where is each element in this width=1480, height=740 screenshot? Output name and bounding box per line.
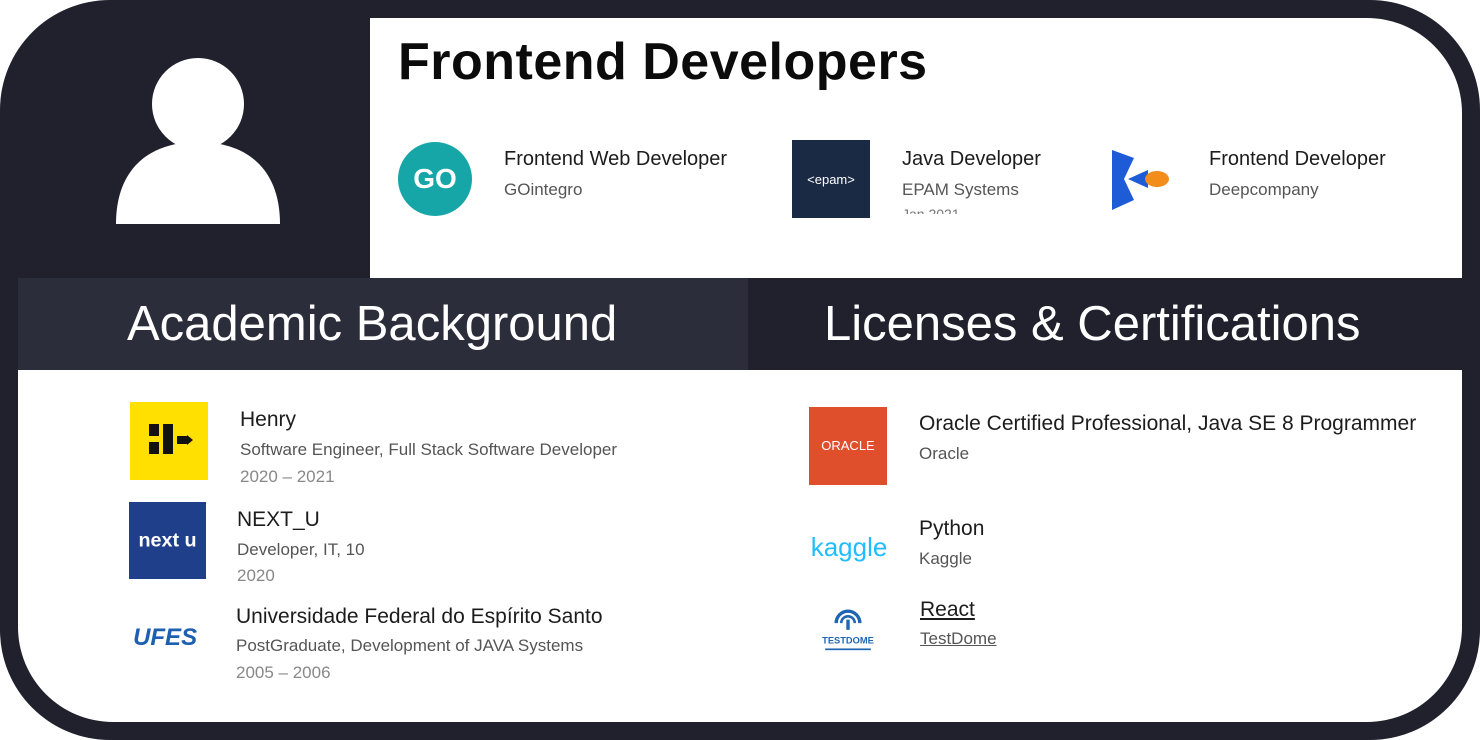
licenses-section-title: Licenses & Certifications: [824, 297, 1361, 351]
license-name: Python: [919, 517, 985, 540]
license-item[interactable]: kaggle Python Kaggle: [808, 510, 1108, 590]
oracle-logo-icon: ORACLE: [809, 407, 887, 485]
education-item[interactable]: UFES Universidade Federal do Espírito Sa…: [130, 600, 630, 686]
education-years: 2005 – 2006: [236, 663, 331, 682]
license-issuer: Oracle: [919, 444, 970, 463]
license-item[interactable]: TESTDOME React TestDome: [810, 596, 1110, 666]
ufes-logo-icon: UFES: [130, 600, 202, 672]
license-issuer: Kaggle: [919, 549, 972, 568]
logo-text: TESTDOME: [822, 635, 874, 645]
henry-logo-icon: [130, 402, 208, 480]
academic-section-title: Academic Background: [127, 297, 618, 351]
job-item[interactable]: Frontend Developer Deepcompany: [1100, 140, 1440, 220]
education-item[interactable]: next u NEXT_U Developer, IT, 10 2020: [129, 502, 429, 588]
epam-logo-icon: <epam>: [792, 140, 870, 218]
job-title: Java Developer: [902, 148, 1041, 170]
page-title: Frontend Developers: [398, 33, 928, 91]
education-degree: Software Engineer, Full Stack Software D…: [240, 440, 618, 459]
job-item[interactable]: <epam> Java Developer EPAM Systems Jan 2…: [792, 140, 1072, 220]
job-title: Frontend Developer: [1209, 148, 1386, 170]
education-years: 2020 – 2021: [240, 467, 335, 486]
logo-text: ORACLE: [821, 438, 875, 453]
job-date: Jan 2021: [902, 206, 960, 214]
deepcompany-logo-icon: [1112, 150, 1169, 210]
job-company: GOintegro: [504, 180, 583, 199]
logo-text: <epam>: [807, 172, 855, 187]
education-school: NEXT_U: [237, 508, 320, 531]
education-degree: PostGraduate, Development of JAVA System…: [236, 636, 584, 655]
user-avatar-icon: [116, 58, 280, 224]
logo-text: kaggle: [811, 532, 888, 562]
license-item[interactable]: ORACLE Oracle Certified Professional, Ja…: [809, 407, 1449, 487]
job-company: Deepcompany: [1209, 180, 1319, 199]
license-name-link[interactable]: React: [920, 598, 975, 622]
logo-text: UFES: [133, 624, 197, 651]
job-company: EPAM Systems: [902, 180, 1019, 199]
logo-text: GO: [413, 163, 457, 194]
gointegro-logo-icon: GO: [398, 142, 472, 216]
education-school: Henry: [240, 408, 297, 431]
education-item[interactable]: Henry Software Engineer, Full Stack Soft…: [130, 402, 690, 486]
license-name: Oracle Certified Professional, Java SE 8…: [919, 412, 1417, 435]
job-item[interactable]: GO Frontend Web Developer GOintegro: [396, 140, 776, 220]
job-title: Frontend Web Developer: [504, 148, 728, 170]
logo-text: next u: [138, 529, 196, 551]
education-school: Universidade Federal do Espírito Santo: [236, 605, 603, 628]
profile-card: Frontend Developers GO Frontend Web Deve…: [0, 0, 1480, 740]
testdome-logo-icon: TESTDOME: [815, 596, 881, 662]
license-issuer-link[interactable]: TestDome: [920, 629, 997, 649]
education-degree: Developer, IT, 10: [237, 540, 365, 559]
education-years: 2020: [237, 566, 275, 585]
nextu-logo-icon: next u: [129, 502, 206, 579]
kaggle-logo-icon: kaggle: [809, 510, 888, 588]
